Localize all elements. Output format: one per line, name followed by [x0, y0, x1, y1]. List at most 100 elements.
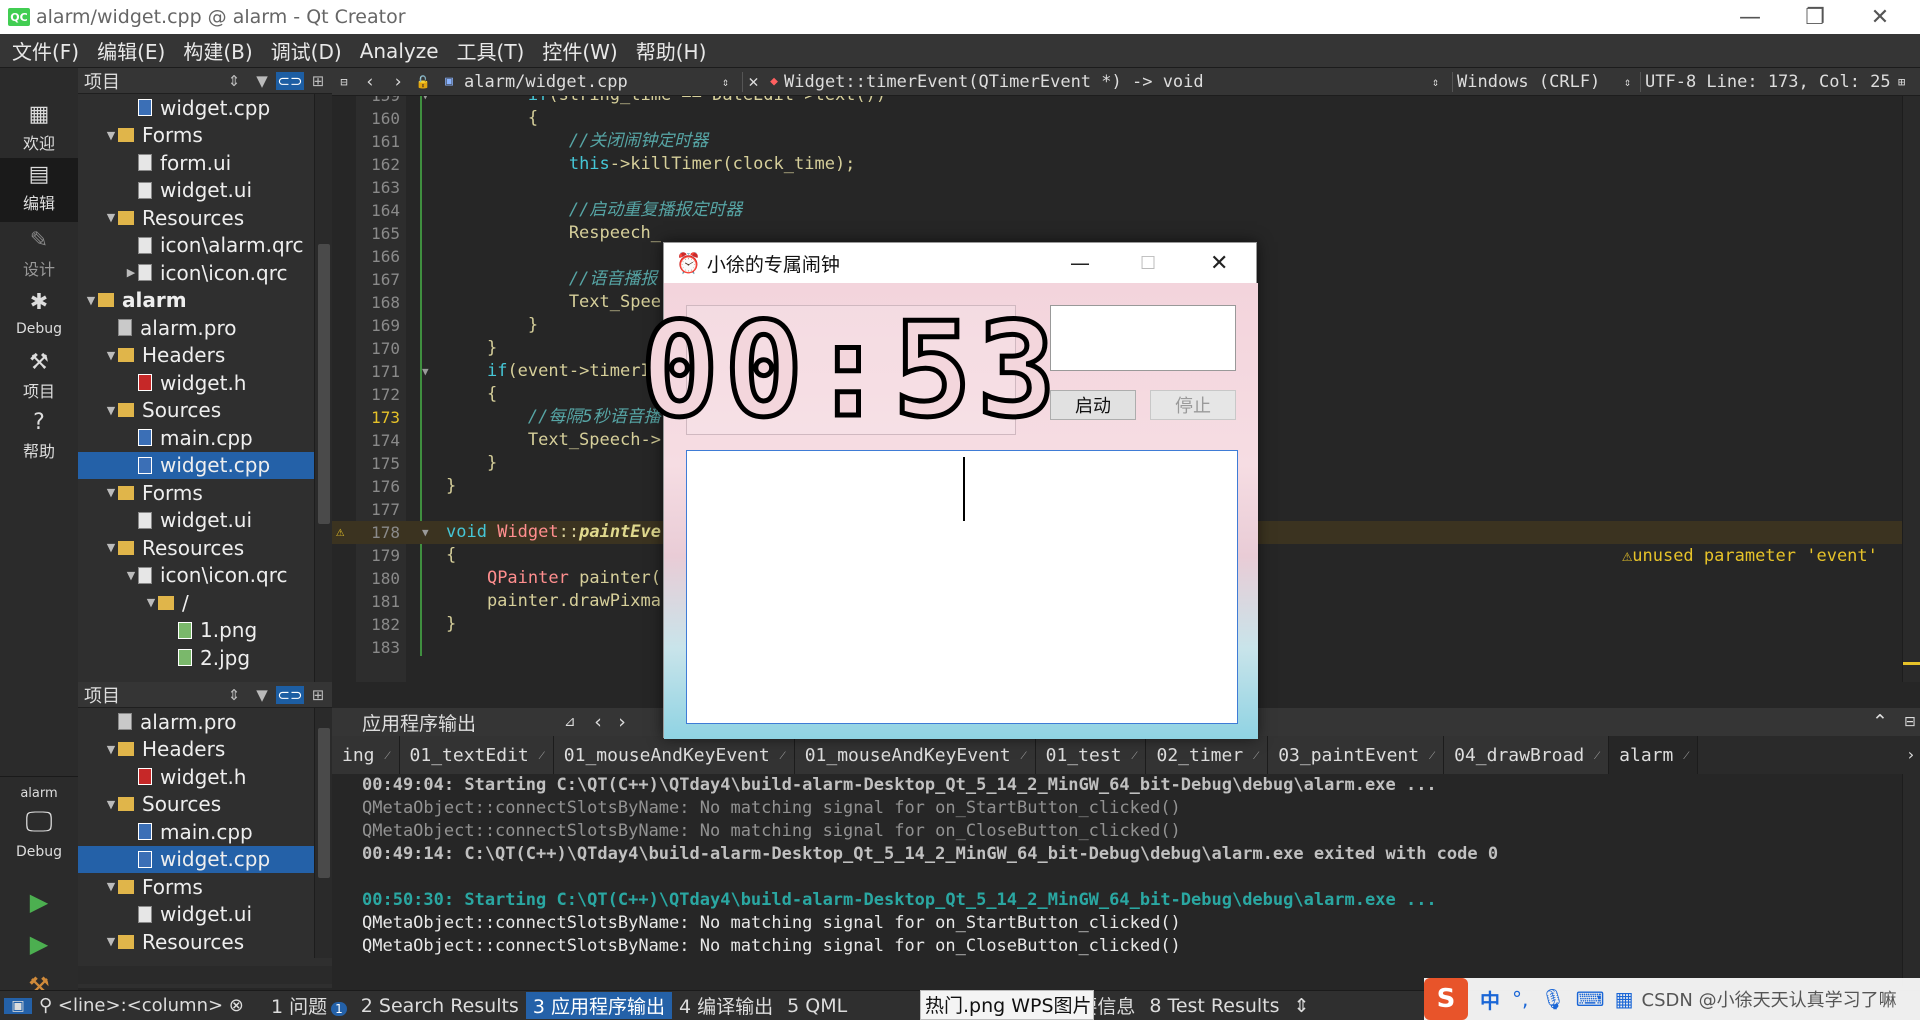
split-icon[interactable]: ⊞ — [304, 686, 332, 704]
expand-arrow-icon[interactable]: ▼ — [104, 129, 118, 142]
stop-icon[interactable]: ⁄ — [1596, 748, 1598, 763]
ime-mode[interactable]: 中 — [1480, 985, 1500, 1014]
output-tab[interactable]: 01_mouseAndKeyEvent ⁄ — [794, 736, 1036, 774]
stop-icon[interactable]: ⁄ — [1431, 748, 1433, 763]
tree-item[interactable]: ▼ icon\icon.qrc — [78, 562, 314, 590]
expand-arrow-icon[interactable]: ▼ — [84, 294, 98, 307]
menu-help[interactable]: 帮助(H) — [627, 36, 716, 65]
dialog-maximize-button[interactable]: ☐ — [1140, 253, 1156, 274]
tree-scrollbar[interactable] — [314, 708, 332, 958]
microphone-icon[interactable]: 🎙 — [1540, 987, 1565, 1011]
output-scrollbar[interactable] — [1902, 774, 1920, 986]
toolbox-icon[interactable]: ▦ — [1615, 987, 1634, 1011]
expand-arrow-icon[interactable]: ▼ — [104, 743, 118, 756]
dropdown-icon[interactable]: ⇕ — [220, 686, 248, 704]
pane-button[interactable]: 2 Search Results — [354, 995, 526, 1017]
scroll-thumb[interactable] — [318, 728, 330, 878]
tree-item[interactable]: form.ui — [78, 149, 314, 177]
mode-projects[interactable]: ⚒ 项目 — [0, 346, 78, 404]
tabs-scroll-right-icon[interactable]: › — [1902, 736, 1920, 774]
stop-icon[interactable]: ⁄ — [1685, 748, 1687, 763]
attach-icon[interactable]: ⊿ — [564, 714, 586, 730]
tree-item[interactable]: ▼ Resources — [78, 204, 314, 232]
menu-edit[interactable]: 编辑(E) — [88, 36, 174, 65]
sidebar-toggle-icon[interactable]: ▣ — [4, 997, 32, 1014]
dropdown-icon[interactable]: ⇕ — [220, 72, 248, 90]
expand-arrow-icon[interactable]: ▼ — [104, 349, 118, 362]
tree-hscrollbar[interactable] — [78, 966, 332, 984]
output-tab[interactable]: ing ⁄ — [332, 736, 400, 774]
output-text[interactable]: 00:49:04: Starting C:\QT(C++)\QTday4\bui… — [332, 774, 1902, 986]
fold-marker-icon[interactable]: ▼ — [422, 96, 429, 107]
back-icon[interactable]: ‹ — [356, 72, 384, 92]
tree-item[interactable]: widget.ui — [78, 901, 314, 929]
tree-scrollbar[interactable] — [314, 94, 332, 682]
mode-edit[interactable]: ▤ 编辑 — [0, 158, 78, 222]
kit-selector[interactable]: alarm 🖵 Debug — [0, 784, 78, 874]
editor-scrollbar[interactable] — [1902, 96, 1920, 682]
minimize-button[interactable]: — — [1715, 0, 1785, 34]
output-tab[interactable]: 01_test ⁄ — [1035, 736, 1147, 774]
tree-item[interactable]: ▼ alarm — [78, 287, 314, 315]
expand-arrow-icon[interactable]: ▼ — [144, 596, 158, 609]
tree-item[interactable]: ▼ Headers — [78, 342, 314, 370]
tree-item[interactable]: widget.cpp — [78, 451, 314, 479]
output-tab[interactable]: alarm ⁄ — [1609, 736, 1699, 774]
tree-item[interactable]: alarm.pro — [78, 314, 314, 342]
restore-button[interactable]: ❐ — [1780, 0, 1850, 34]
mode-help[interactable]: ? 帮助 — [0, 406, 78, 464]
expand-arrow-icon[interactable]: ▼ — [124, 569, 138, 582]
mode-debug[interactable]: ✱ Debug — [0, 286, 78, 344]
fold-marker-icon[interactable]: ▼ — [422, 360, 429, 383]
expand-arrow-icon[interactable]: ▼ — [104, 404, 118, 417]
dialog-close-button[interactable]: ✕ — [1210, 251, 1228, 276]
tree-item[interactable]: ▼ / — [78, 589, 314, 617]
alarm-time-input[interactable] — [1050, 305, 1236, 371]
menu-analyze[interactable]: Analyze — [351, 39, 448, 63]
expand-arrow-icon[interactable]: ▼ — [104, 798, 118, 811]
symbol-combo[interactable]: Widget::timerEvent(QTimerEvent *) -> voi… — [784, 72, 1432, 92]
tree-item[interactable]: main.cpp — [78, 818, 314, 846]
tree-item[interactable]: widget.cpp — [78, 845, 314, 873]
fold-marker-icon[interactable]: ▼ — [422, 521, 429, 544]
output-tab[interactable]: 02_timer ⁄ — [1146, 736, 1269, 774]
stop-icon[interactable]: ⁄ — [782, 748, 784, 763]
start-button[interactable]: 启动 — [1050, 390, 1136, 420]
tree-item[interactable]: widget.cpp — [78, 94, 314, 122]
split-icon[interactable]: ⊞ — [304, 72, 332, 90]
tree-item[interactable]: ▼ Resources — [78, 928, 314, 956]
close-file-icon[interactable]: ✕ — [742, 71, 764, 92]
maximize-pane-icon[interactable]: ⌃ — [1872, 711, 1888, 733]
next-icon[interactable]: › — [610, 711, 634, 733]
scroll-thumb[interactable] — [318, 244, 330, 524]
tree-item[interactable]: 1.png — [78, 617, 314, 645]
filter-icon[interactable]: ▼ — [248, 72, 276, 90]
expand-arrow-icon[interactable]: ▼ — [104, 935, 118, 948]
mode-welcome[interactable]: ▦ 欢迎 — [0, 98, 78, 156]
speech-text-edit[interactable] — [686, 450, 1238, 724]
forward-icon[interactable]: › — [384, 72, 412, 92]
editor-menu-icon[interactable]: ⊟ — [332, 75, 356, 89]
expand-arrow-icon[interactable]: ▼ — [104, 880, 118, 893]
output-tab[interactable]: 01_mouseAndKeyEvent ⁄ — [553, 736, 795, 774]
tree-item[interactable]: widget.ui — [78, 507, 314, 535]
filter-icon[interactable]: ▼ — [248, 686, 276, 704]
tree-item[interactable]: ▼ Resources — [78, 534, 314, 562]
tree-item[interactable]: widget.h — [78, 369, 314, 397]
dialog-minimize-button[interactable]: — — [1070, 251, 1090, 275]
output-tab[interactable]: 03_paintEvent ⁄ — [1268, 736, 1445, 774]
prev-icon[interactable]: ‹ — [586, 711, 610, 733]
tree-item[interactable]: 2.jpg — [78, 644, 314, 672]
tree-item[interactable]: ▶ icon\icon.qrc — [78, 259, 314, 287]
pane-button[interactable]: 5 QML — [780, 995, 854, 1017]
more-panes-icon[interactable]: ⇕ — [1287, 995, 1317, 1017]
tree-item[interactable]: ▼ Sources — [78, 791, 314, 819]
tree-item[interactable]: widget.h — [78, 763, 314, 791]
link-icon[interactable]: ⊂⊃ — [276, 71, 304, 90]
keyboard-icon[interactable]: ⌨ — [1576, 987, 1605, 1011]
open-file-combo[interactable]: alarm/widget.cpp — [464, 72, 722, 92]
tree-item[interactable]: ▼ Forms — [78, 873, 314, 901]
debug-run-button[interactable]: ▶ — [0, 926, 78, 966]
menu-widgets[interactable]: 控件(W) — [533, 36, 626, 65]
tree-item[interactable]: ▼ Headers — [78, 736, 314, 764]
